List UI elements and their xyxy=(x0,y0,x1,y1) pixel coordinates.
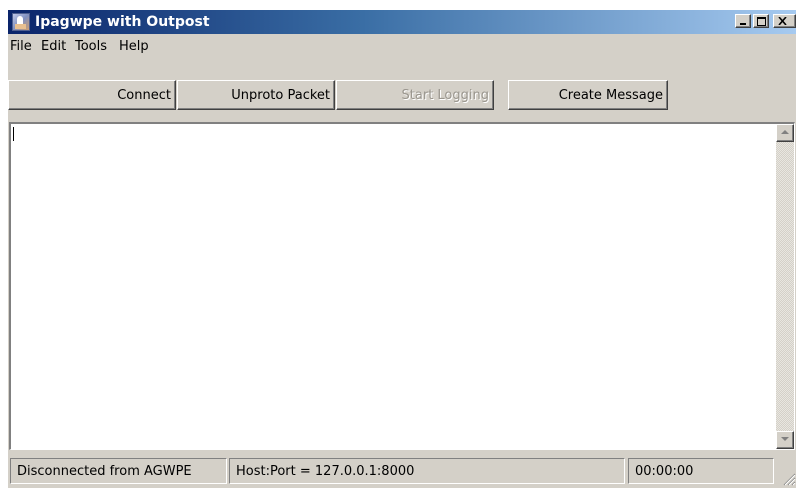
resize-grip-icon[interactable] xyxy=(782,472,796,486)
maximize-button[interactable] xyxy=(753,14,769,28)
window-title: Ipagwpe with Outpost xyxy=(35,14,210,30)
scroll-down-button[interactable] xyxy=(776,431,794,449)
menu-tools[interactable]: Tools xyxy=(75,39,107,54)
unproto-packet-button-label: Unproto Packet xyxy=(231,88,330,103)
start-logging-button-label: Start Logging xyxy=(401,88,489,103)
connect-button-label: Connect xyxy=(117,88,171,103)
connection-status-pane: Disconnected from AGWPE xyxy=(10,458,227,484)
menu-edit[interactable]: Edit xyxy=(41,39,66,54)
text-caret xyxy=(13,127,14,141)
minimize-button[interactable] xyxy=(735,14,751,28)
elapsed-time-pane: 00:00:00 xyxy=(628,458,774,484)
title-bar[interactable]: Ipagwpe with Outpost xyxy=(8,10,796,34)
scroll-up-button[interactable] xyxy=(776,124,794,142)
menu-bar: File Edit Tools Help xyxy=(8,36,796,58)
app-icon[interactable] xyxy=(12,13,30,31)
connection-status: Disconnected from AGWPE xyxy=(17,464,192,479)
app-window: Ipagwpe with Outpost File Edit Tools Hel… xyxy=(8,10,796,488)
create-message-button[interactable]: Create Message xyxy=(508,80,668,110)
vertical-scrollbar[interactable] xyxy=(776,124,794,449)
create-message-button-label: Create Message xyxy=(558,88,663,103)
menu-file[interactable]: File xyxy=(10,39,32,54)
unproto-packet-button[interactable]: Unproto Packet xyxy=(177,80,335,110)
arrow-up-icon xyxy=(781,130,789,134)
menu-help[interactable]: Help xyxy=(119,39,149,54)
elapsed-time: 00:00:00 xyxy=(635,464,694,479)
host-port-pane: Host:Port = 127.0.0.1:8000 xyxy=(229,458,625,484)
arrow-down-icon xyxy=(781,437,789,441)
close-icon xyxy=(778,17,787,25)
message-text-area[interactable] xyxy=(9,122,795,450)
close-button[interactable] xyxy=(773,14,796,28)
start-logging-button[interactable]: Start Logging xyxy=(336,80,494,110)
connect-button[interactable]: Connect xyxy=(8,80,176,110)
host-port-status: Host:Port = 127.0.0.1:8000 xyxy=(236,464,415,479)
status-bar: Disconnected from AGWPE Host:Port = 127.… xyxy=(8,458,796,488)
